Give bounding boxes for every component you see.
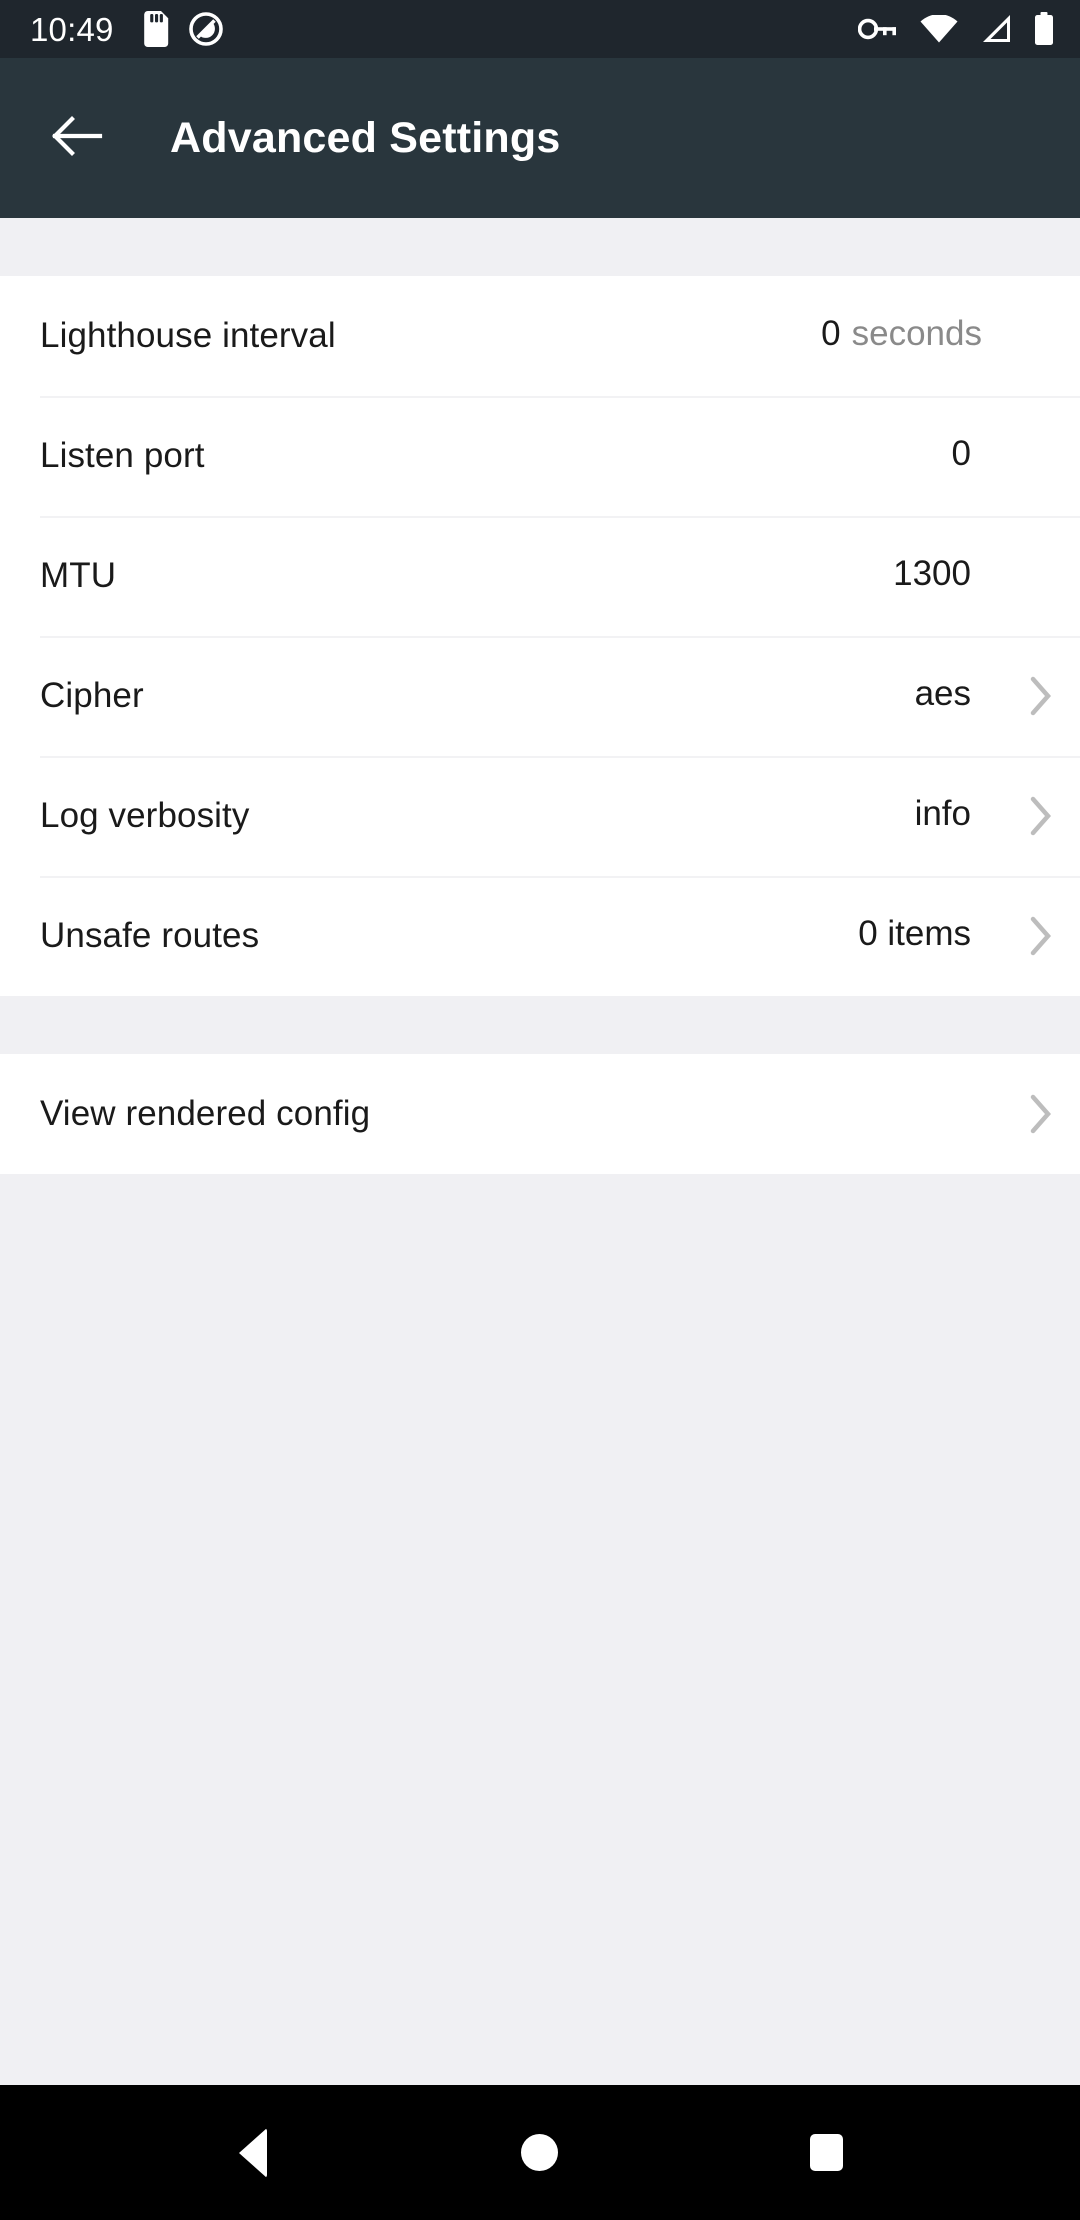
chevron-right-icon [1030,1094,1052,1134]
status-bar-right-icons [858,12,1054,46]
row-right: info [915,794,1054,838]
cellular-signal-icon [980,15,1012,43]
square-recents-icon [810,2134,844,2171]
row-label: Log verbosity [40,796,250,835]
status-bar-clock: 10:49 [30,10,114,48]
row-value: info [915,794,982,834]
settings-row-log-verbosity[interactable]: Log verbosity info [0,756,1080,876]
settings-row-mtu[interactable]: MTU 1300 [0,516,1080,636]
do-not-disturb-icon [188,11,224,47]
row-value-number: aes [914,674,971,713]
app-bar: Advanced Settings [0,58,1080,218]
wifi-icon [920,15,958,43]
row-right: 1300 [893,554,1054,598]
settings-section-primary: Lighthouse interval 0 seconds Listen port… [0,276,1080,996]
row-right: 0 items [858,914,1054,958]
row-value: 0 [952,434,982,474]
settings-row-unsafe-routes[interactable]: Unsafe routes 0 items [0,876,1080,996]
row-value: aes [915,674,982,714]
triangle-back-icon [239,2127,268,2178]
row-value-number: info [914,794,971,833]
status-bar-left-icons [140,11,224,47]
row-value-number: 1300 [893,554,971,593]
arrow-back-icon [51,115,103,162]
row-label: Cipher [40,676,144,715]
settings-row-cipher[interactable]: Cipher aes [0,636,1080,756]
row-value-number: 0 items [858,914,971,953]
row-label: View rendered config [40,1094,371,1133]
row-value [971,1092,982,1132]
back-navigation-button[interactable] [46,107,108,169]
row-value: 0 seconds [821,314,982,354]
status-bar: 10:49 [0,0,1080,58]
row-right: 0 [952,434,1054,478]
chevron-right-icon-wrap [998,674,1054,718]
settings-section-secondary: View rendered config [0,1054,1080,1174]
settings-row-view-rendered-config[interactable]: View rendered config [0,1054,1080,1174]
row-label: Lighthouse interval [40,316,336,355]
chevron-right-icon [1030,796,1052,836]
row-right: aes [915,674,1054,718]
chevron-right-icon-wrap [998,914,1054,958]
android-navigation-bar [0,2085,1080,2220]
nav-recents-button[interactable] [772,2098,882,2208]
row-label: Listen port [40,436,205,475]
row-value: 1300 [893,554,982,594]
section-gap-middle [0,996,1080,1054]
circle-home-icon [521,2134,559,2171]
settings-content: Lighthouse interval 0 seconds Listen port… [0,218,1080,2085]
page-title: Advanced Settings [170,113,561,162]
row-right: 0 seconds [821,314,1054,358]
battery-icon [1034,12,1054,46]
row-value: 0 items [858,914,982,954]
settings-row-listen-port[interactable]: Listen port 0 [0,396,1080,516]
chevron-right-icon-wrap [998,794,1054,838]
row-right [971,1092,1054,1136]
settings-row-lighthouse-interval[interactable]: Lighthouse interval 0 seconds [0,276,1080,396]
chevron-right-icon [1030,676,1052,716]
nav-home-button[interactable] [485,2098,595,2208]
row-value-unit: seconds [851,314,982,353]
row-label: Unsafe routes [40,916,260,955]
chevron-right-icon [1030,916,1052,956]
section-gap-top [0,218,1080,276]
vpn-key-icon [858,16,898,42]
row-value-number: 0 [951,434,971,473]
row-value-number: 0 [821,314,841,353]
sd-card-icon [140,11,170,47]
nav-back-button[interactable] [198,2098,308,2208]
chevron-right-icon-wrap [998,1092,1054,1136]
row-label: MTU [40,556,117,595]
